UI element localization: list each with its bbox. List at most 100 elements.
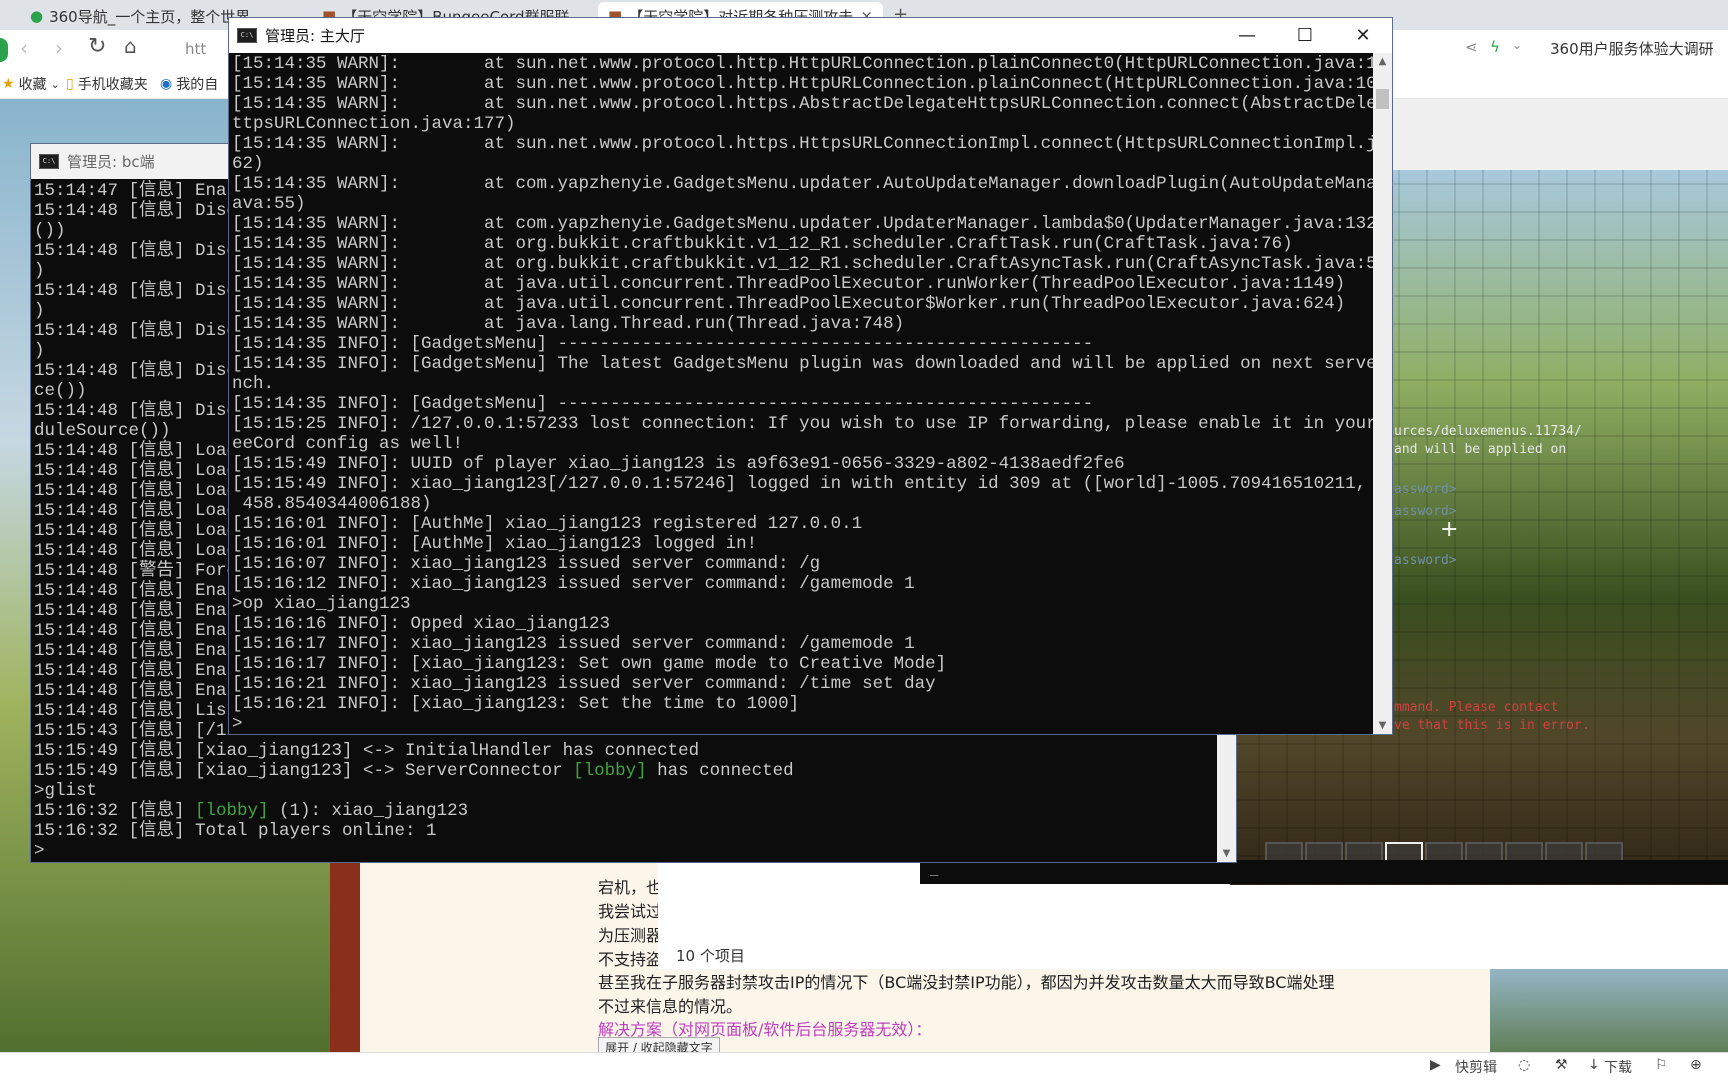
console-line: [15:14:35 WARN]: at org.bukkit.craftbukk…: [232, 254, 1392, 274]
forward-icon[interactable]: ›: [55, 36, 63, 60]
explorer-item-count: 10 个项目: [676, 947, 745, 965]
maximize-button[interactable]: ☐: [1276, 18, 1334, 53]
console-line: [15:16:01 INFO]: [AuthMe] xiao_jiang123 …: [232, 534, 758, 554]
console-input-line[interactable]: _: [920, 860, 1728, 884]
console-line: [15:14:35 INFO]: [GadgetsMenu] ---------…: [232, 334, 1094, 354]
window-title: 管理员: 主大厅: [265, 27, 365, 45]
console-line: [15:16:07 INFO]: xiao_jiang123 issued se…: [232, 554, 821, 574]
shield-icon[interactable]: ◌: [1518, 1057, 1530, 1073]
console-line: [15:15:49 INFO]: xiao_jiang123[/127.0.0.…: [232, 474, 1392, 494]
bookmark-label: 我的自: [176, 77, 219, 93]
console-line: [15:15:25 INFO]: /127.0.0.1:57233 lost c…: [232, 414, 1392, 434]
download-button[interactable]: 下载: [1604, 1057, 1632, 1077]
console-line: [15:16:12 INFO]: xiao_jiang123 issued se…: [232, 574, 915, 594]
minecraft-chat-line: assword>: [1394, 504, 1457, 519]
lightning-icon[interactable]: ϟ: [1490, 38, 1500, 56]
console-line: >: [232, 714, 243, 734]
chevron-down-icon[interactable]: ⌄: [1512, 38, 1522, 52]
minecraft-chat-line: urces/deluxemenus.11734/: [1394, 424, 1582, 439]
console-line: >op xiao_jiang123: [232, 594, 411, 614]
console-line: 15:15:49 [信息] [xiao_jiang123] <-> Server…: [34, 761, 794, 781]
clip-button[interactable]: 快剪辑: [1455, 1057, 1497, 1077]
console-line: >glist: [34, 781, 98, 801]
lobby-console-window[interactable]: C:\ 管理员: 主大厅 — ☐ ✕ [15:14:35 WARN]: at s…: [228, 17, 1393, 735]
address-bar[interactable]: htt: [185, 40, 206, 58]
console-line: [15:14:35 INFO]: [GadgetsMenu] ---------…: [232, 394, 1094, 414]
minecraft-chat-line: assword>: [1394, 482, 1457, 497]
minecraft-chat-line: and will be applied on: [1394, 442, 1567, 457]
back-icon[interactable]: ‹: [20, 36, 28, 60]
console-line: [15:16:16 INFO]: Opped xiao_jiang123: [232, 614, 611, 634]
reload-icon[interactable]: ↻: [88, 34, 106, 59]
bookmark-mobile[interactable]: ▯ 手机收藏夹: [66, 74, 148, 94]
minecraft-chat-line: ve that this is in error.: [1394, 718, 1590, 733]
console-line: [15:15:49 INFO]: UUID of player xiao_jia…: [232, 454, 1125, 474]
console-line: [15:16:01 INFO]: [AuthMe] xiao_jiang123 …: [232, 514, 863, 534]
minecraft-chat-line: assword>: [1394, 553, 1457, 568]
zoom-icon[interactable]: ⊕: [1690, 1057, 1702, 1073]
console-line: [15:16:21 INFO]: [xiao_jiang123: Set the…: [232, 694, 800, 714]
console-line: ava:55): [232, 194, 306, 214]
flag-icon[interactable]: ⚐: [1655, 1057, 1668, 1073]
scroll-up-icon[interactable]: ▲: [1373, 53, 1392, 70]
console-line: eeCord config as well!: [232, 434, 464, 454]
console-line: [15:14:35 WARN]: at sun.net.www.protocol…: [232, 54, 1392, 74]
article-fragment: 不支持盗: [598, 950, 663, 969]
console-line: [15:14:35 INFO]: [GadgetsMenu] The lates…: [232, 354, 1392, 374]
browser-logo-icon: ●: [30, 7, 44, 25]
chevron-down-icon: ⌄: [50, 77, 60, 91]
console-icon: C:\: [237, 28, 257, 43]
article-line: 甚至我在子服务器封禁攻击IP的情况下（BC端没封禁IP功能），都因为并发攻击数量…: [598, 973, 1335, 992]
console-line: [15:14:35 WARN]: at java.util.concurrent…: [232, 274, 1346, 294]
console-line: [15:14:35 WARN]: at com.yapzhenyie.Gadge…: [232, 214, 1388, 234]
browser-status-bar: ▶ 快剪辑 ◌ ⚒ ↓ 下载 ⚐ ⊕: [0, 1052, 1728, 1081]
article-fragment: 宕机，也: [598, 878, 663, 897]
star-icon: ★: [2, 76, 15, 92]
close-button[interactable]: ✕: [1334, 18, 1392, 53]
console-line: 15:16:32 [信息] [lobby] (1): xiao_jiang123: [34, 801, 469, 821]
scroll-down-icon[interactable]: ▼: [1373, 717, 1392, 734]
console-line: [15:14:35 WARN]: at sun.net.www.protocol…: [232, 134, 1392, 154]
scroll-down-icon[interactable]: ▼: [1217, 845, 1236, 862]
console-line: [15:14:35 WARN]: at org.bukkit.craftbukk…: [232, 234, 1293, 254]
article-fragment: 为压测器: [598, 926, 663, 945]
console-line: [15:14:35 WARN]: at sun.net.www.protocol…: [232, 74, 1392, 94]
bookmark-mine[interactable]: ◉ 我的自: [160, 74, 218, 94]
lobby-server-tag: [lobby]: [195, 801, 269, 821]
clip-icon[interactable]: ▶: [1430, 1057, 1441, 1073]
console-line: 458.8540344006188): [232, 494, 432, 514]
console-line: ttpsURLConnection.java:177): [232, 114, 516, 134]
console-icon: C:\: [39, 154, 59, 169]
browser-logo-icon: [0, 38, 8, 62]
console-line: [15:16:17 INFO]: [xiao_jiang123: Set own…: [232, 654, 947, 674]
phone-icon: ▯: [66, 76, 74, 92]
tools-icon[interactable]: ⚒: [1555, 1057, 1568, 1073]
lobby-window-titlebar[interactable]: C:\ 管理员: 主大厅 — ☐ ✕: [229, 18, 1392, 53]
console-line: 15:16:32 [信息] Total players online: 1: [34, 821, 437, 841]
download-icon[interactable]: ↓: [1588, 1057, 1600, 1073]
lobby-console-output[interactable]: [15:14:35 WARN]: at sun.net.www.protocol…: [229, 53, 1392, 734]
console-line: [15:16:17 INFO]: xiao_jiang123 issued se…: [232, 634, 915, 654]
console-line: [15:14:35 WARN]: at java.util.concurrent…: [232, 294, 1346, 314]
console-line: 62): [232, 154, 264, 174]
share-icon[interactable]: ⋖: [1465, 38, 1478, 56]
console-line: nch.: [232, 374, 275, 394]
console-line: [15:14:35 WARN]: at sun.net.www.protocol…: [232, 94, 1392, 114]
bookmark-label: 手机收藏夹: [77, 77, 148, 93]
bookmark-label: 收藏: [18, 77, 47, 93]
minimize-button[interactable]: —: [1218, 18, 1276, 53]
lobby-server-tag: [lobby]: [573, 761, 647, 781]
crosshair-icon: +: [1440, 517, 1459, 542]
bookmark-favorites[interactable]: ★ 收藏 ⌄: [2, 74, 60, 94]
lobby-scrollbar[interactable]: ▲ ▼: [1373, 53, 1392, 734]
console-line: 15:15:49 [信息] [xiao_jiang123] <-> Initia…: [34, 741, 700, 761]
console-line: [15:14:35 WARN]: at java.lang.Thread.run…: [232, 314, 905, 334]
survey-link[interactable]: 360用户服务体验大调研: [1550, 38, 1714, 59]
scrollbar-thumb[interactable]: [1376, 89, 1389, 109]
console-line: [15:14:35 WARN]: at com.yapzhenyie.Gadge…: [232, 174, 1392, 194]
article-fragment: 我尝试过: [598, 902, 663, 921]
article-line: 不过来信息的情况。: [598, 997, 743, 1016]
console-line: [15:16:21 INFO]: xiao_jiang123 issued se…: [232, 674, 936, 694]
home-icon[interactable]: ⌂: [124, 34, 137, 58]
minecraft-chat-line: mmand. Please contact: [1394, 700, 1559, 715]
